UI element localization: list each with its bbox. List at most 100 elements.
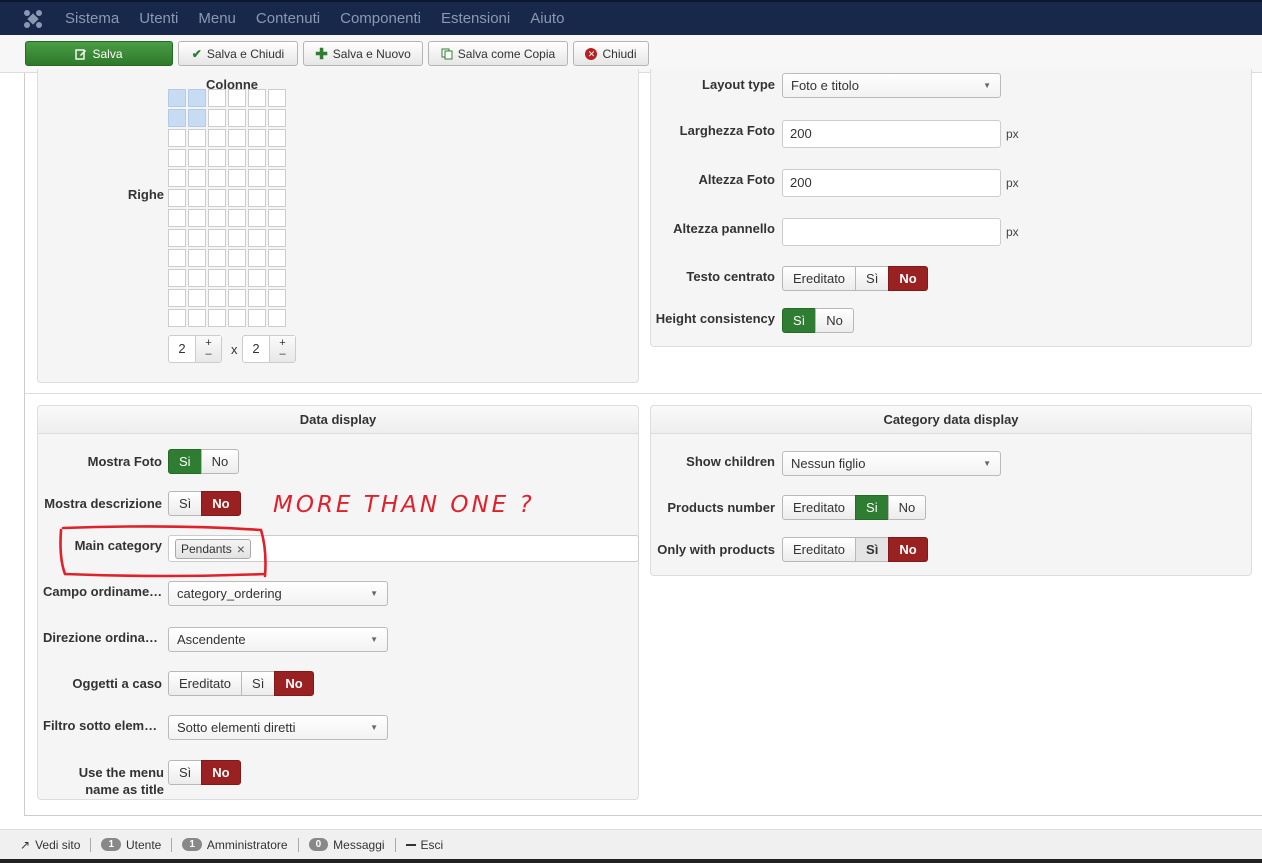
grid-cell[interactable]	[208, 289, 226, 307]
layout-type-select[interactable]: Foto e titolo ▼	[782, 73, 1001, 98]
grid-cell[interactable]	[268, 89, 286, 107]
grid-cell[interactable]	[188, 109, 206, 127]
grid-cell[interactable]	[268, 309, 286, 327]
grid-cell[interactable]	[188, 209, 206, 227]
grid-cell[interactable]	[168, 189, 186, 207]
height-input[interactable]: 200	[782, 169, 1001, 197]
grid-cell[interactable]	[268, 189, 286, 207]
panel-height-input[interactable]	[782, 218, 1001, 246]
messages-status[interactable]: 0 Messaggi	[299, 837, 396, 852]
grid-cell[interactable]	[188, 149, 206, 167]
ordering-direction-select[interactable]: Ascendente ▼	[168, 627, 388, 652]
grid-cell[interactable]	[168, 109, 186, 127]
width-input[interactable]: 200	[782, 120, 1001, 148]
grid-cell[interactable]	[168, 129, 186, 147]
grid-cell[interactable]	[208, 129, 226, 147]
save-new-button[interactable]: ✚ Salva e Nuovo	[303, 41, 423, 66]
grid-cell[interactable]	[248, 309, 266, 327]
grid-cell[interactable]	[228, 209, 246, 227]
grid-cell[interactable]	[188, 269, 206, 287]
menu-contenuti[interactable]: Contenuti	[256, 10, 320, 27]
remove-tag-icon[interactable]: ×	[237, 540, 245, 558]
grid-cell[interactable]	[208, 269, 226, 287]
grid-cell[interactable]	[228, 169, 246, 187]
layout-grid-selector[interactable]	[168, 89, 286, 327]
grid-cell[interactable]	[248, 129, 266, 147]
option-inherited[interactable]: Ereditato	[782, 495, 857, 520]
grid-cell[interactable]	[228, 129, 246, 147]
option-no[interactable]: No	[274, 671, 314, 696]
grid-cell[interactable]	[268, 269, 286, 287]
option-yes[interactable]: Si	[168, 449, 202, 474]
grid-cell[interactable]	[248, 169, 266, 187]
grid-cell[interactable]	[268, 169, 286, 187]
menu-sistema[interactable]: Sistema	[65, 10, 119, 27]
grid-cell[interactable]	[228, 189, 246, 207]
grid-cell[interactable]	[168, 269, 186, 287]
save-copy-button[interactable]: Salva come Copia	[428, 41, 568, 66]
grid-cell[interactable]	[228, 289, 246, 307]
grid-cell[interactable]	[168, 89, 186, 107]
grid-cell[interactable]	[268, 129, 286, 147]
grid-cell[interactable]	[248, 109, 266, 127]
grid-cell[interactable]	[248, 189, 266, 207]
grid-cell[interactable]	[248, 269, 266, 287]
users-status[interactable]: 1 Utente	[91, 837, 173, 852]
ordering-field-select[interactable]: category_ordering ▼	[168, 581, 388, 606]
grid-cell[interactable]	[268, 249, 286, 267]
grid-cell[interactable]	[248, 289, 266, 307]
grid-cell[interactable]	[248, 209, 266, 227]
grid-cell[interactable]	[228, 109, 246, 127]
grid-cell[interactable]	[248, 249, 266, 267]
columns-stepper[interactable]: 2 + –	[168, 335, 222, 363]
view-site-link[interactable]: ↗ Vedi sito	[10, 837, 92, 852]
grid-cell[interactable]	[248, 149, 266, 167]
option-yes[interactable]: Sì	[168, 760, 203, 785]
grid-cell[interactable]	[188, 229, 206, 247]
logout-link[interactable]: Esci	[396, 838, 454, 852]
grid-cell[interactable]	[208, 249, 226, 267]
option-no[interactable]: No	[888, 537, 928, 562]
option-yes[interactable]: Sì	[168, 491, 203, 516]
grid-cell[interactable]	[188, 289, 206, 307]
option-no[interactable]: No	[201, 491, 241, 516]
grid-cell[interactable]	[188, 129, 206, 147]
option-inherited[interactable]: Ereditato	[782, 266, 857, 291]
menu-aiuto[interactable]: Aiuto	[530, 10, 564, 27]
option-no[interactable]: No	[887, 495, 927, 520]
minus-icon[interactable]: –	[205, 348, 211, 360]
grid-cell[interactable]	[268, 109, 286, 127]
grid-cell[interactable]	[248, 89, 266, 107]
option-yes[interactable]: Si	[855, 495, 889, 520]
save-button[interactable]: Salva	[25, 41, 173, 66]
option-inherited[interactable]: Ereditato	[168, 671, 243, 696]
option-yes[interactable]: Sì	[782, 308, 817, 333]
option-no[interactable]: No	[888, 266, 928, 291]
rows-stepper[interactable]: 2 + –	[242, 335, 296, 363]
minus-icon[interactable]: –	[279, 348, 285, 360]
grid-cell[interactable]	[188, 169, 206, 187]
grid-cell[interactable]	[268, 289, 286, 307]
grid-cell[interactable]	[228, 249, 246, 267]
admins-status[interactable]: 1 Amministratore	[172, 837, 299, 852]
option-no[interactable]: No	[201, 760, 241, 785]
menu-componenti[interactable]: Componenti	[340, 10, 421, 27]
grid-cell[interactable]	[268, 149, 286, 167]
grid-cell[interactable]	[188, 249, 206, 267]
columns-value[interactable]: 2	[169, 336, 195, 362]
menu-menu[interactable]: Menu	[198, 10, 236, 27]
sub-filter-select[interactable]: Sotto elementi diretti ▼	[168, 715, 388, 740]
grid-cell[interactable]	[228, 89, 246, 107]
option-yes[interactable]: Sì	[855, 266, 890, 291]
option-inherited[interactable]: Ereditato	[782, 537, 857, 562]
grid-cell[interactable]	[208, 109, 226, 127]
rows-value[interactable]: 2	[243, 336, 269, 362]
grid-cell[interactable]	[208, 169, 226, 187]
option-no[interactable]: No	[815, 308, 854, 333]
grid-cell[interactable]	[168, 309, 186, 327]
grid-cell[interactable]	[168, 249, 186, 267]
grid-cell[interactable]	[168, 289, 186, 307]
grid-cell[interactable]	[228, 229, 246, 247]
grid-cell[interactable]	[168, 229, 186, 247]
grid-cell[interactable]	[168, 169, 186, 187]
